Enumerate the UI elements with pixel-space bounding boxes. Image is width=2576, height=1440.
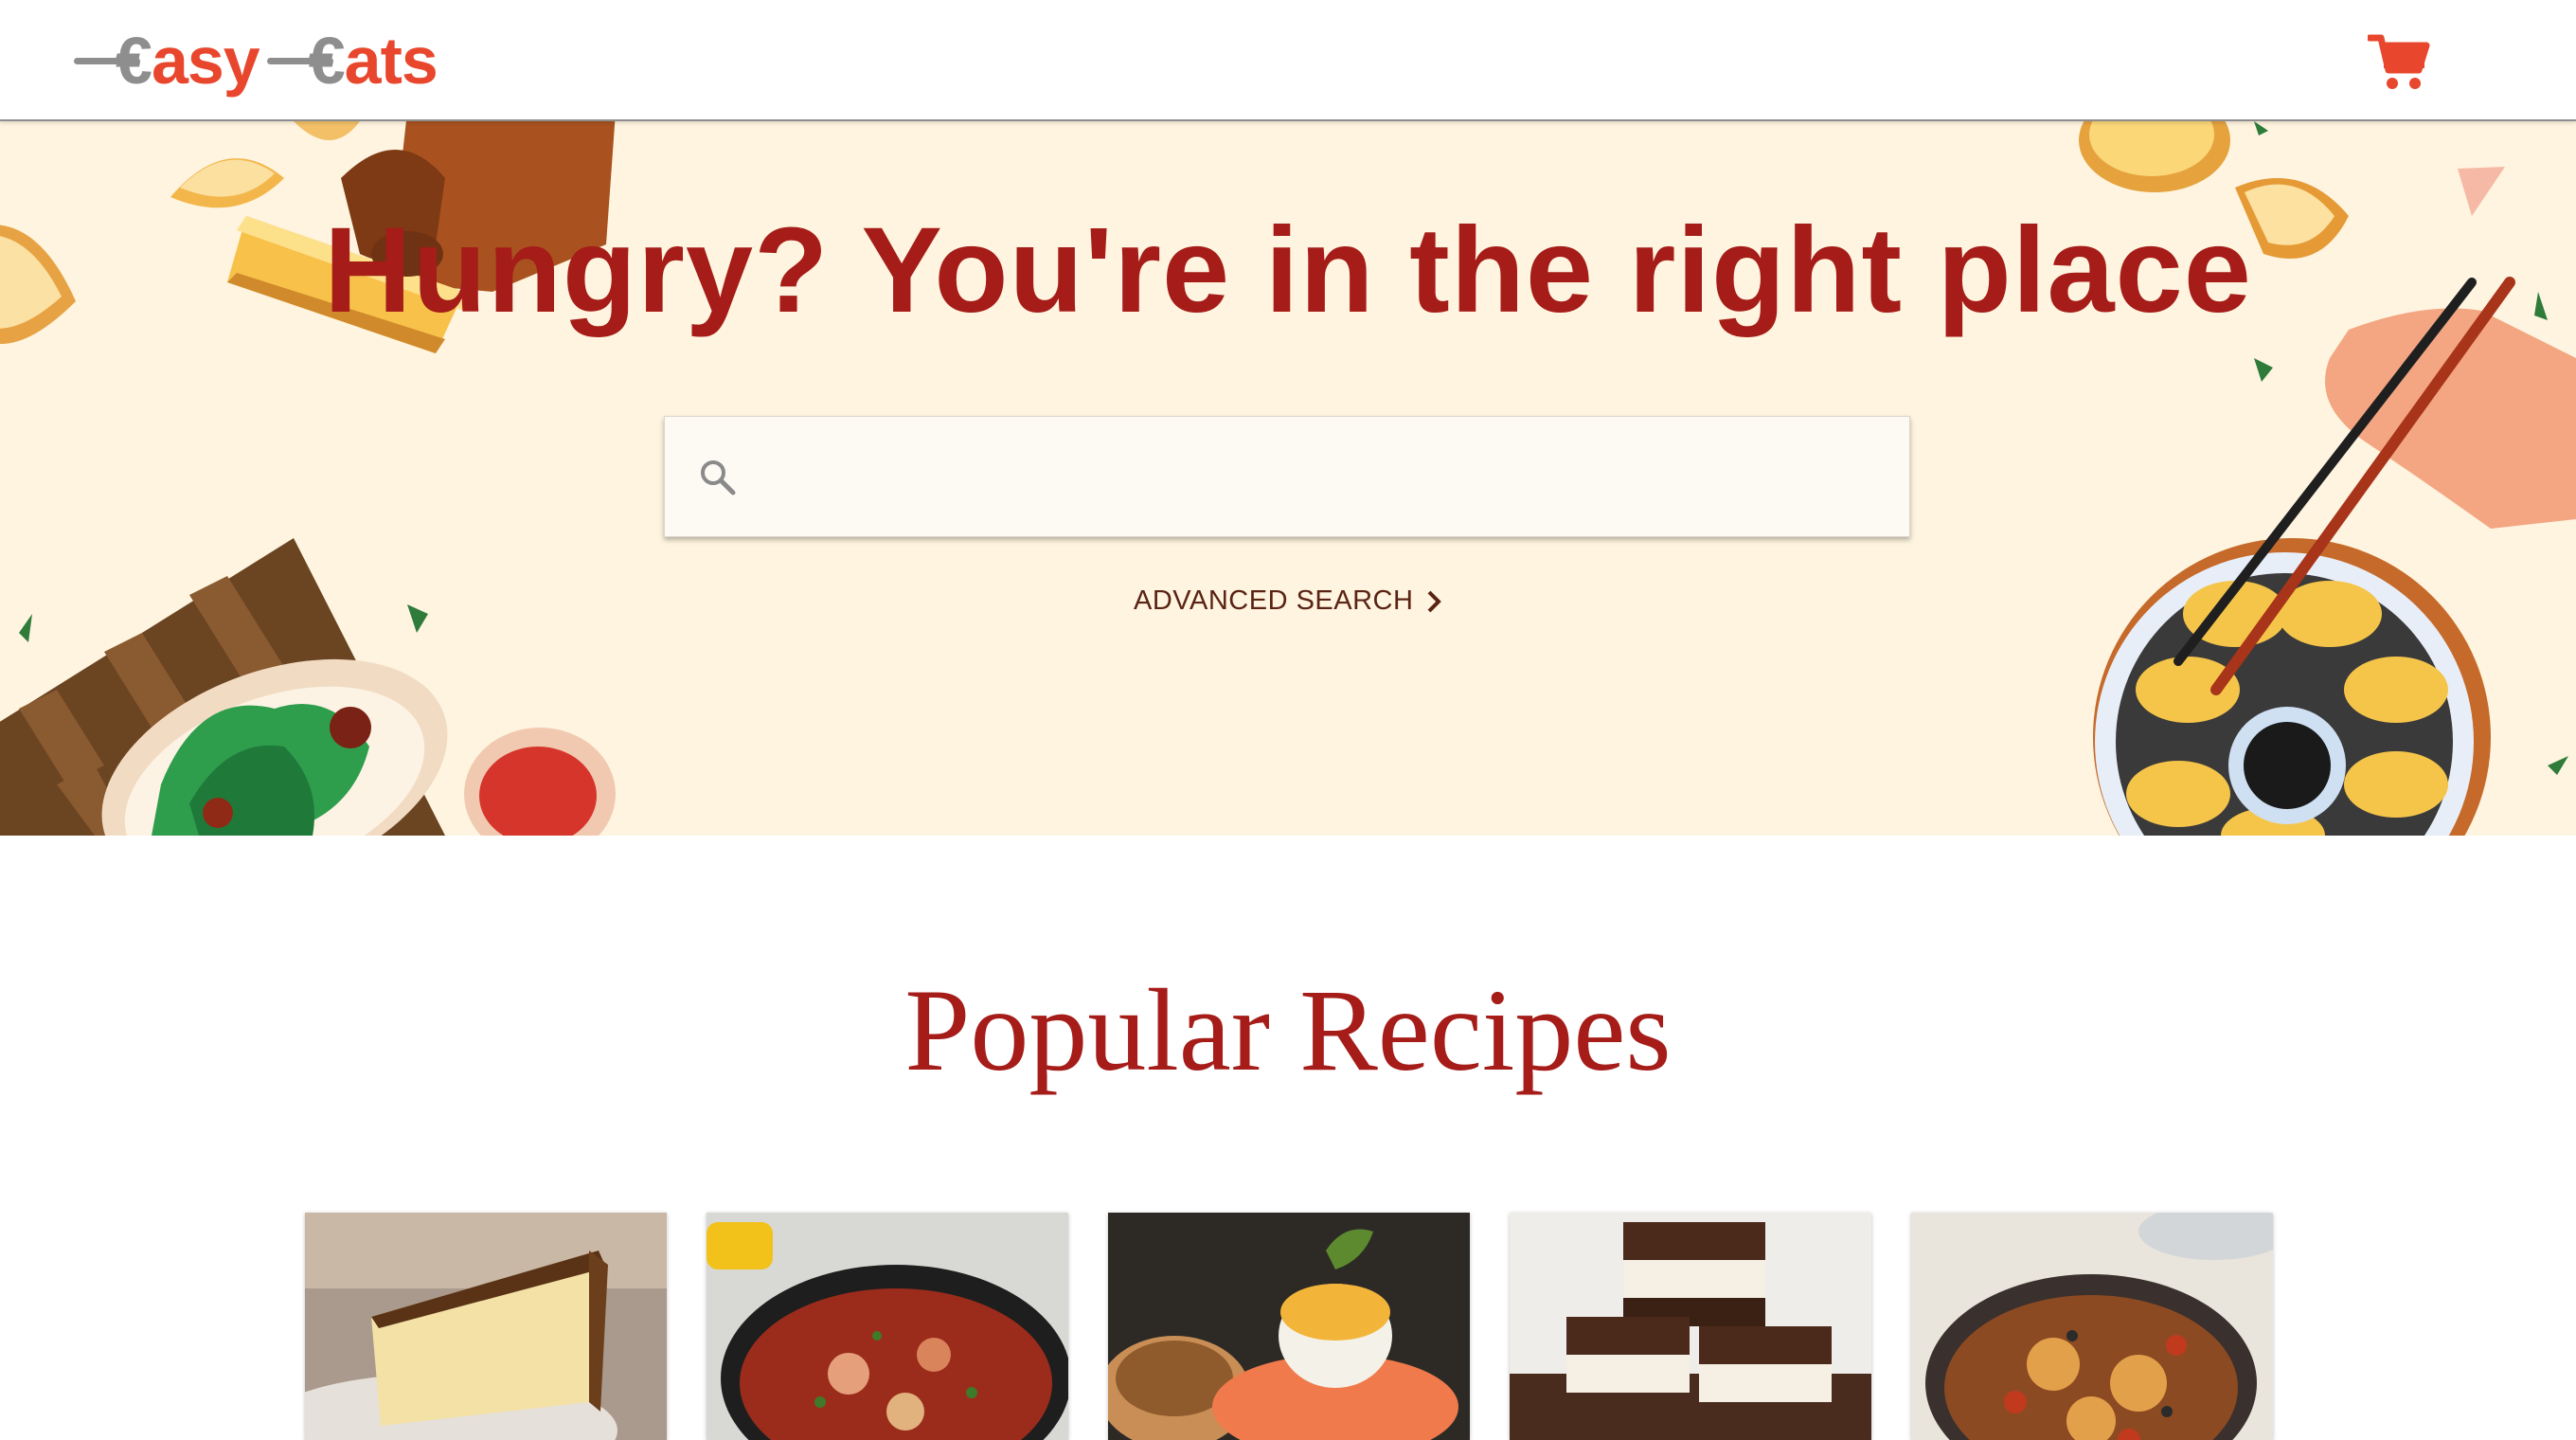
recipe-photo-cheesecake (305, 1213, 667, 1440)
popular-recipes-grid (0, 1213, 2576, 1440)
advanced-search-label: ADVANCED SEARCH (1134, 585, 1414, 616)
search-icon (701, 460, 736, 495)
logo-text-eats: ats (344, 24, 438, 98)
shopping-cart-icon (2366, 34, 2430, 89)
logo-word-easy: € asy (74, 24, 260, 98)
recipe-card[interactable] (1911, 1213, 2273, 1440)
logo-euro-glyph: € (116, 24, 152, 98)
search-input[interactable] (760, 417, 1890, 538)
recipe-photo-shakshuka (707, 1213, 1068, 1440)
advanced-search-link[interactable]: ADVANCED SEARCH (0, 585, 2576, 617)
chevron-right-icon (1427, 590, 1441, 613)
recipe-photo-braised-chicken (1911, 1213, 2273, 1440)
logo-text-easy: asy (151, 24, 260, 98)
recipe-photo-eggs-benedict (1108, 1213, 1470, 1440)
logo-euro-glyph: € (308, 24, 346, 98)
easy-eats-logo[interactable]: € asy € ats (74, 17, 438, 104)
popular-recipes-heading: Popular Recipes (904, 965, 1672, 1095)
sauce-bowl-illustration (464, 728, 616, 836)
recipe-photo-chocolate-bars (1510, 1213, 1871, 1440)
fortune-cookie-illustration (170, 121, 360, 208)
top-navbar: € asy € ats (0, 0, 2576, 121)
hero-banner: Hungry? You're in the right place ADVANC… (0, 121, 2576, 836)
recipe-card[interactable] (707, 1213, 1068, 1440)
hero-headline: Hungry? You're in the right place (324, 203, 2252, 338)
recipe-card[interactable] (1510, 1213, 1871, 1440)
recipe-search-bar[interactable] (664, 416, 1910, 538)
logo-word-eats: € ats (266, 24, 438, 98)
recipe-card[interactable] (1108, 1213, 1470, 1440)
recipe-card[interactable] (305, 1213, 667, 1440)
shopping-cart-button[interactable] (2366, 32, 2430, 91)
